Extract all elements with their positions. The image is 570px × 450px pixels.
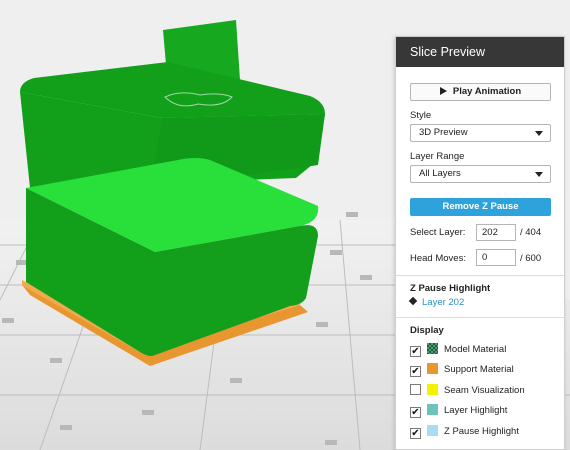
head-moves-input[interactable]: 0 <box>476 249 516 266</box>
chevron-down-icon <box>535 172 543 177</box>
checkbox[interactable]: ✔ <box>410 428 421 439</box>
select-layer-input[interactable]: 202 <box>476 224 516 241</box>
head-moves-label: Head Moves: <box>410 253 466 264</box>
play-animation-label: Play Animation <box>452 86 522 97</box>
display-title: Display <box>410 325 444 336</box>
display-item-layer-highlight[interactable]: ✔ Layer Highlight <box>410 404 508 418</box>
play-icon <box>439 87 447 95</box>
display-item-label: Seam Visualization <box>444 385 525 396</box>
divider <box>396 317 564 318</box>
z-pause-layer-row: Layer 202 <box>408 296 464 308</box>
layer-range-select[interactable]: All Layers <box>410 165 551 183</box>
checker-swatch-icon <box>427 343 438 354</box>
checkbox[interactable]: ✔ <box>410 366 421 377</box>
select-layer-total: / 404 <box>520 227 542 238</box>
color-swatch-icon <box>427 425 438 436</box>
divider <box>396 275 564 276</box>
display-item-label: Model Material <box>444 344 507 355</box>
remove-z-pause-button[interactable]: Remove Z Pause <box>410 198 551 216</box>
checkbox[interactable]: ✔ <box>410 407 421 418</box>
diamond-icon <box>408 296 418 306</box>
checkbox[interactable] <box>410 384 421 395</box>
chevron-down-icon <box>535 131 543 136</box>
style-select-value: 3D Preview <box>419 127 468 138</box>
display-item-label: Support Material <box>444 364 514 375</box>
display-item-label: Z Pause Highlight <box>444 426 519 437</box>
display-item-z-pause-highlight[interactable]: ✔ Z Pause Highlight <box>410 425 519 439</box>
layer-range-label: Layer Range <box>410 151 465 162</box>
z-pause-highlight-title: Z Pause Highlight <box>410 283 491 294</box>
z-pause-layer-link[interactable]: Layer 202 <box>422 297 464 308</box>
display-item-support-material[interactable]: ✔ Support Material <box>410 363 514 377</box>
color-swatch-icon <box>427 384 438 395</box>
color-swatch-icon <box>427 363 438 374</box>
style-label: Style <box>410 110 432 121</box>
panel-title: Slice Preview <box>396 37 564 67</box>
checkbox[interactable]: ✔ <box>410 346 421 357</box>
play-animation-button[interactable]: Play Animation <box>410 83 551 101</box>
head-moves-total: / 600 <box>520 253 542 264</box>
display-item-seam-visualization[interactable]: Seam Visualization <box>410 384 525 397</box>
slice-preview-panel: Slice Preview Play Animation Style 3D Pr… <box>395 36 565 450</box>
layer-range-select-value: All Layers <box>419 168 461 179</box>
select-layer-label: Select Layer: <box>410 227 466 238</box>
color-swatch-icon <box>427 404 438 415</box>
display-item-label: Layer Highlight <box>444 405 508 416</box>
style-select[interactable]: 3D Preview <box>410 124 551 142</box>
display-item-model-material[interactable]: ✔ Model Material <box>410 343 507 357</box>
